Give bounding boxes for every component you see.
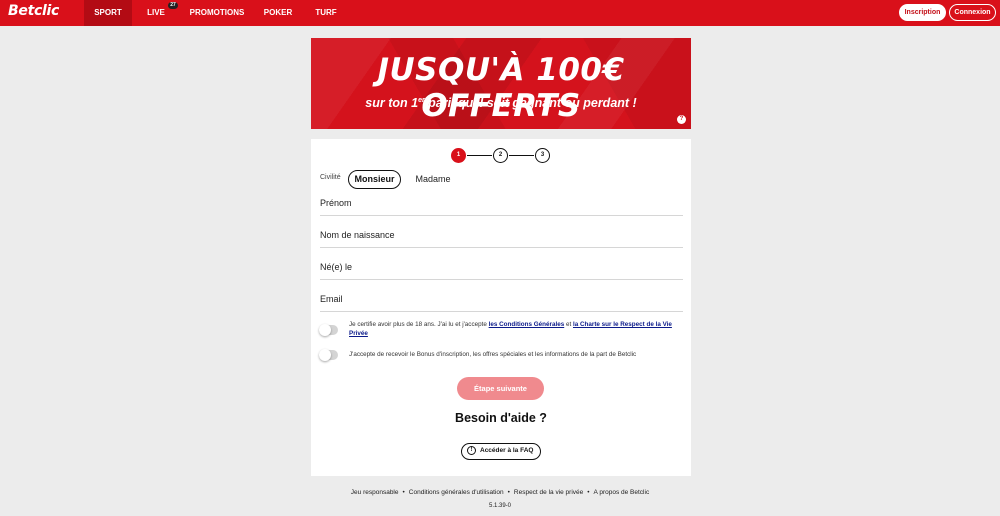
faq-button[interactable]: ! Accéder à la FAQ	[461, 443, 541, 460]
banner-title: JUSQU'À 100€ OFFERTS	[377, 52, 625, 124]
step-2-indicator: 2	[493, 148, 508, 163]
betclic-logo[interactable]: Betclic	[8, 3, 59, 19]
footer-separator: •	[402, 489, 405, 496]
footer-links: Jeu responsable • Conditions générales d'u…	[0, 489, 1000, 496]
date-naissance-label: Né(e) le	[320, 262, 353, 272]
next-step-button[interactable]: Étape suivante	[457, 377, 544, 400]
age-terms-text: Je certifie avoir plus de 18 ans. J'ai l…	[349, 321, 679, 338]
info-icon: !	[467, 446, 476, 455]
banner-subtitle: sur ton 1er pari, qu'il soit gagnant ou …	[311, 96, 691, 110]
footer-separator: •	[587, 489, 590, 496]
banner-subtitle-sup: er	[418, 96, 425, 104]
email-label: Email	[320, 294, 343, 304]
nav-poker[interactable]: POKER	[259, 0, 297, 26]
footer-vie-privee[interactable]: Respect de la vie privée	[514, 489, 583, 496]
footer-a-propos[interactable]: A propos de Betclic	[594, 489, 650, 496]
banner-subtitle-post: pari, qu'il soit gagnant ou perdant !	[424, 96, 637, 110]
help-title: Besoin d'aide ?	[455, 411, 547, 425]
email-field[interactable]: Email	[320, 290, 683, 312]
step-connector	[509, 155, 534, 156]
toggle-knob	[319, 324, 331, 336]
faq-label: Accéder à la FAQ	[480, 447, 534, 454]
nom-naissance-field[interactable]: Nom de naissance	[320, 226, 683, 248]
nav-promotions[interactable]: PROMOTIONS	[186, 0, 248, 26]
conditions-generales-link[interactable]: les Conditions Générales	[489, 321, 565, 328]
civility-madame-option[interactable]: Madame	[412, 170, 454, 189]
promo-banner: JUSQU'À 100€ OFFERTS sur ton 1er pari, q…	[311, 38, 691, 129]
civility-monsieur-option[interactable]: Monsieur	[348, 170, 401, 189]
nav-sport[interactable]: SPORT	[84, 0, 132, 26]
banner-subtitle-pre: sur ton 1	[365, 96, 419, 110]
step-3-indicator: 3	[535, 148, 550, 163]
age-terms-toggle[interactable]	[319, 324, 338, 336]
bonus-offers-toggle[interactable]	[319, 349, 338, 361]
consent-1-text: Je certifie avoir plus de 18 ans. J'ai l…	[349, 321, 489, 328]
toggle-knob	[319, 349, 331, 361]
app-version: 5.1.39-0	[488, 503, 512, 509]
step-1-indicator: 1	[451, 148, 466, 163]
bonus-offers-text: J'accepte de recevoir le Bonus d'inscrip…	[349, 351, 637, 358]
footer-separator: •	[507, 489, 510, 496]
inscription-button[interactable]: Inscription	[899, 4, 946, 21]
footer-jeu-responsable[interactable]: Jeu responsable	[351, 489, 399, 496]
banner-help-icon[interactable]: ?	[677, 115, 686, 124]
connexion-button[interactable]: Connexion	[949, 4, 996, 21]
consent-1-mid: et	[564, 321, 573, 328]
live-count-badge: 27	[168, 2, 178, 9]
civility-label: Civilité	[320, 174, 341, 181]
step-connector	[467, 155, 492, 156]
prenom-field[interactable]: Prénom	[320, 194, 683, 216]
date-naissance-field[interactable]: Né(e) le	[320, 258, 683, 280]
footer-cgu[interactable]: Conditions générales d'utilisation	[409, 489, 504, 496]
nav-turf[interactable]: TURF	[309, 0, 343, 26]
prenom-label: Prénom	[320, 198, 352, 208]
nom-naissance-label: Nom de naissance	[320, 230, 395, 240]
